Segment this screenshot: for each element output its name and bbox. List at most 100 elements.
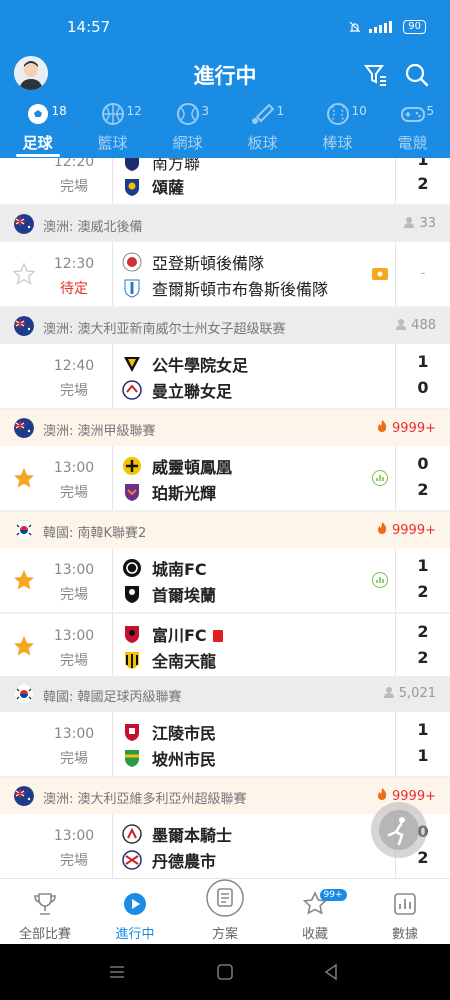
home-team: 南方聯 <box>152 158 201 173</box>
team-logo <box>125 179 139 196</box>
active-tab-indicator <box>15 154 60 157</box>
home-score: 0 <box>417 454 429 473</box>
away-team: 頌薩 <box>152 178 185 197</box>
league-name: 澳洲: 澳洲甲級聯賽 <box>43 424 156 439</box>
away-team: 曼立聯女足 <box>152 382 233 401</box>
tennis-ball-icon <box>176 103 199 125</box>
back-icon[interactable] <box>322 963 340 981</box>
tab-soccer[interactable]: 18 足球 <box>0 100 75 158</box>
menu-icon[interactable] <box>108 964 126 980</box>
match-row[interactable]: 12:30 待定 亞登斯頓後備隊 查爾斯頓市布魯斯後備隊 - <box>0 242 450 306</box>
home-team-name: 富川FC <box>152 626 207 645</box>
bottom-navigation: 全部比賽 進行中 方案 99+ 收藏 數據 <box>0 878 450 944</box>
tab-count: 10 <box>351 104 367 118</box>
korea-flag-icon <box>14 684 34 704</box>
home-team: 公牛學院女足 <box>152 356 249 375</box>
home-score: 2 <box>417 622 429 641</box>
match-status: 完場 <box>60 853 88 869</box>
away-team: 珀斯光輝 <box>152 484 217 503</box>
nav-in-progress[interactable]: 進行中 <box>90 879 180 944</box>
team-logo <box>124 357 140 372</box>
search-icon[interactable] <box>404 62 430 88</box>
score-placeholder: - <box>420 266 426 281</box>
korea-flag-icon <box>14 520 34 540</box>
live-video-icon[interactable] <box>372 266 388 282</box>
match-time: 13:00 <box>53 562 95 578</box>
home-score: 1 <box>417 352 429 371</box>
team-logo <box>125 652 139 669</box>
tab-esports[interactable]: 5 電競 <box>375 100 450 158</box>
league-header[interactable]: 澳洲: 澳威北後備 33 <box>0 206 450 242</box>
match-row[interactable]: 13:00 完場 城南FC 1 首爾埃蘭 2 <box>0 548 450 612</box>
nav-favorites[interactable]: 99+ 收藏 <box>270 879 360 944</box>
nav-plans[interactable]: 方案 <box>180 879 270 944</box>
nav-all-matches[interactable]: 全部比賽 <box>0 879 90 944</box>
australia-flag-icon <box>14 786 34 806</box>
gamepad-icon <box>400 107 425 122</box>
team-logo <box>122 850 142 870</box>
filter-icon[interactable] <box>363 62 389 88</box>
heat-count: 9999+ <box>392 523 436 538</box>
tab-tennis[interactable]: 3 網球 <box>150 100 225 158</box>
baseball-icon <box>326 103 349 125</box>
mute-icon <box>349 21 361 33</box>
match-status: 完場 <box>60 179 88 195</box>
tab-cricket[interactable]: 1 板球 <box>225 100 300 158</box>
heat-count: 9999+ <box>392 421 436 436</box>
status-bar: 14:57 90 <box>0 0 450 52</box>
league-header[interactable]: 澳洲: 澳洲甲級聯賽 9999+ <box>0 410 450 446</box>
tab-count: 1 <box>276 104 285 118</box>
match-status: 完場 <box>60 383 88 399</box>
match-row[interactable]: 13:00 完場 威靈頓鳳凰 0 珀斯光輝 2 <box>0 446 450 510</box>
match-row[interactable]: 12:40 完場 公牛學院女足 1 曼立聯女足 0 <box>0 344 450 408</box>
favorite-star-icon[interactable] <box>12 262 36 286</box>
soccer-ball-icon <box>27 104 48 124</box>
nav-label: 全部比賽 <box>18 927 71 942</box>
status-time: 14:57 <box>67 18 111 36</box>
league-viewers: 5,021 <box>383 686 436 701</box>
basketball-icon <box>101 103 124 125</box>
nav-data[interactable]: 數據 <box>360 879 450 944</box>
tab-basketball[interactable]: 12 籃球 <box>75 100 150 158</box>
league-header[interactable]: 澳洲: 澳大利亚新南威尔士州女子超级联赛 488 <box>0 308 450 344</box>
away-team: 坡州市民 <box>152 750 217 769</box>
favorite-star-icon[interactable] <box>12 568 36 592</box>
team-logo <box>125 586 139 603</box>
away-team: 首爾埃蘭 <box>152 586 217 605</box>
match-list[interactable]: 12:20 完場 南方聯 1 頌薩 2 澳洲: 澳威北後備 33 12:30 待… <box>0 158 450 878</box>
favorite-star-icon[interactable] <box>12 466 36 490</box>
home-score: 1 <box>417 556 429 575</box>
tab-label: 籃球 <box>97 134 128 152</box>
match-time: 13:00 <box>53 460 95 476</box>
home-team: 城南FC <box>152 560 207 579</box>
status-icons: 90 <box>349 20 426 34</box>
favorite-star-icon[interactable] <box>12 634 36 658</box>
nav-label: 方案 <box>211 927 238 942</box>
user-icon <box>404 217 415 228</box>
document-icon <box>206 879 244 917</box>
floating-action-button[interactable] <box>371 802 427 858</box>
australia-flag-icon <box>14 316 34 336</box>
viewer-count: 5,021 <box>398 686 436 701</box>
team-logo <box>124 279 140 298</box>
user-icon <box>383 687 394 698</box>
stats-icon[interactable] <box>372 470 388 486</box>
match-row[interactable]: 12:20 完場 南方聯 1 頌薩 2 <box>0 158 450 204</box>
away-score: 2 <box>417 174 429 193</box>
stats-icon[interactable] <box>372 572 388 588</box>
match-row[interactable]: 13:00 完場 江陵市民 1 坡州市民 1 <box>0 712 450 776</box>
divider <box>112 344 113 408</box>
league-header[interactable]: 韓國: 南韓K聯賽2 9999+ <box>0 512 450 548</box>
league-name: 澳洲: 澳大利亞維多利亞州超級聯賽 <box>43 792 247 807</box>
league-name: 韓國: 南韓K聯賽2 <box>43 526 147 541</box>
tab-label: 電競 <box>397 134 428 152</box>
play-circle-icon <box>124 893 146 915</box>
tab-baseball[interactable]: 10 棒球 <box>300 100 375 158</box>
divider <box>112 548 113 612</box>
match-row[interactable]: 13:00 完場 富川FC 2 全南天龍 2 <box>0 614 450 678</box>
league-name: 韓國: 韓國足球丙級聯賽 <box>43 690 182 705</box>
away-team: 丹德農市 <box>152 852 217 871</box>
home-icon[interactable] <box>216 963 234 981</box>
match-status: 完場 <box>60 485 88 501</box>
league-header[interactable]: 韓國: 韓國足球丙級聯賽 5,021 <box>0 676 450 712</box>
